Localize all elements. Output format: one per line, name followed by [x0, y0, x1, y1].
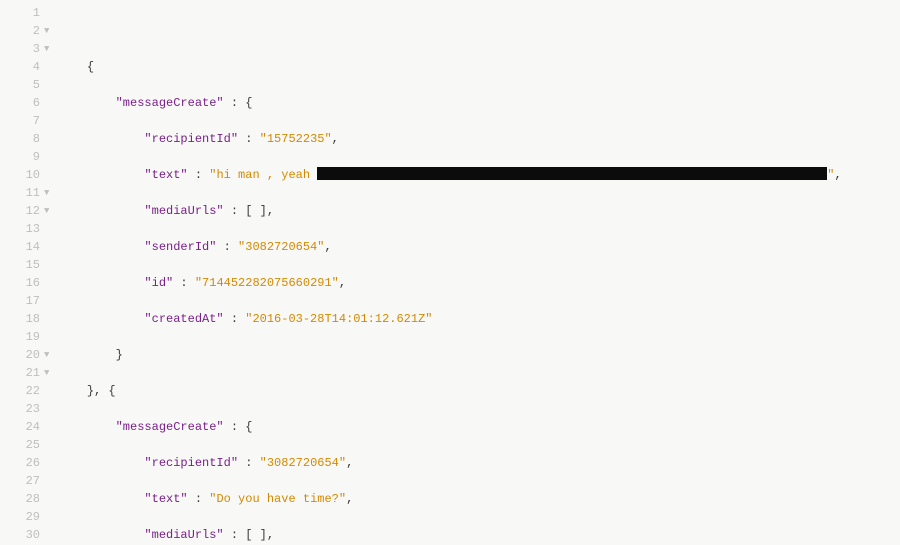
json-string: "3082720654": [238, 240, 324, 254]
line-number: 10: [0, 166, 44, 184]
code-line: "messageCreate" : {: [58, 418, 900, 436]
punct: ,: [324, 240, 331, 254]
json-string: "714452282075660291": [195, 276, 339, 290]
code-line: }, {: [58, 382, 900, 400]
json-key: "mediaUrls": [144, 204, 223, 218]
line-number: 22: [0, 382, 44, 400]
json-key: "id": [144, 276, 173, 290]
code-line: {: [58, 58, 900, 76]
punct: :: [224, 312, 246, 326]
json-key: "messageCreate": [116, 420, 224, 434]
code-line: "mediaUrls" : [ ],: [58, 202, 900, 220]
fold-toggle-icon[interactable]: ▼: [44, 184, 58, 202]
code-line: "mediaUrls" : [ ],: [58, 526, 900, 544]
line-number: 3: [0, 40, 44, 58]
line-number: 18: [0, 310, 44, 328]
punct: ,: [339, 276, 346, 290]
line-number: 17: [0, 292, 44, 310]
json-key: "text": [144, 492, 187, 506]
punct: ,: [332, 132, 339, 146]
line-number: 2: [0, 22, 44, 40]
punct: : {: [224, 96, 253, 110]
line-number: 16: [0, 274, 44, 292]
json-key: "createdAt": [144, 312, 223, 326]
fold-toggle-icon[interactable]: ▼: [44, 346, 58, 364]
line-number: 21: [0, 364, 44, 382]
line-number: 19: [0, 328, 44, 346]
punct: :: [238, 132, 260, 146]
line-number: 25: [0, 436, 44, 454]
code-line: "id" : "714452282075660291",: [58, 274, 900, 292]
json-string: "3082720654": [260, 456, 346, 470]
brace-open: {: [87, 60, 94, 74]
punct: : [ ],: [224, 528, 274, 542]
line-number: 15: [0, 256, 44, 274]
line-number: 8: [0, 130, 44, 148]
json-key: "recipientId": [144, 456, 238, 470]
code-editor: 1 2 3 4 5 6 7 8 9 10 11 12 13 14 15 16 1…: [0, 0, 900, 545]
redaction-bar: [317, 167, 827, 180]
punct: : {: [224, 420, 253, 434]
line-number: 24: [0, 418, 44, 436]
code-line: "senderId" : "3082720654",: [58, 238, 900, 256]
json-key: "recipientId": [144, 132, 238, 146]
json-string: "Do you have time?": [209, 492, 346, 506]
punct: }, {: [87, 384, 116, 398]
line-number: 11: [0, 184, 44, 202]
line-number: 20: [0, 346, 44, 364]
json-string: "hi man , yeah: [209, 168, 317, 182]
fold-toggle-icon[interactable]: ▼: [44, 22, 58, 40]
code-line: "recipientId" : "15752235",: [58, 130, 900, 148]
punct: ,: [834, 168, 841, 182]
line-number: 5: [0, 76, 44, 94]
json-key: "mediaUrls": [144, 528, 223, 542]
line-number-gutter: 1 2 3 4 5 6 7 8 9 10 11 12 13 14 15 16 1…: [0, 0, 44, 545]
line-number: 4: [0, 58, 44, 76]
punct: ,: [346, 456, 353, 470]
json-string: "2016-03-28T14:01:12.621Z": [245, 312, 432, 326]
code-line: [58, 22, 900, 40]
brace-close: }: [116, 348, 123, 362]
fold-toggle-icon[interactable]: ▼: [44, 364, 58, 382]
line-number: 26: [0, 454, 44, 472]
code-area[interactable]: { "messageCreate" : { "recipientId" : "1…: [58, 0, 900, 545]
line-number: 30: [0, 526, 44, 544]
punct: :: [238, 456, 260, 470]
code-line: "createdAt" : "2016-03-28T14:01:12.621Z": [58, 310, 900, 328]
line-number: 23: [0, 400, 44, 418]
line-number: 28: [0, 490, 44, 508]
punct: :: [188, 168, 210, 182]
line-number: 14: [0, 238, 44, 256]
line-number: 29: [0, 508, 44, 526]
punct: :: [188, 492, 210, 506]
punct: : [ ],: [224, 204, 274, 218]
line-number: 7: [0, 112, 44, 130]
line-number: 12: [0, 202, 44, 220]
fold-toggle-icon[interactable]: ▼: [44, 40, 58, 58]
line-number: 1: [0, 4, 44, 22]
line-number: 27: [0, 472, 44, 490]
punct: :: [173, 276, 195, 290]
json-key: "text": [144, 168, 187, 182]
json-string: "15752235": [260, 132, 332, 146]
fold-toggle-icon[interactable]: ▼: [44, 202, 58, 220]
line-number: 6: [0, 94, 44, 112]
line-number: 9: [0, 148, 44, 166]
code-line: "messageCreate" : {: [58, 94, 900, 112]
punct: ,: [346, 492, 353, 506]
line-number: 13: [0, 220, 44, 238]
json-key: "senderId": [144, 240, 216, 254]
code-line: "recipientId" : "3082720654",: [58, 454, 900, 472]
json-key: "messageCreate": [116, 96, 224, 110]
code-line: }: [58, 346, 900, 364]
fold-gutter: ▼ ▼ ▼ ▼ ▼ ▼: [44, 0, 58, 545]
code-line: "text" : "hi man , yeah ",: [58, 166, 900, 184]
punct: :: [216, 240, 238, 254]
code-line: "text" : "Do you have time?",: [58, 490, 900, 508]
